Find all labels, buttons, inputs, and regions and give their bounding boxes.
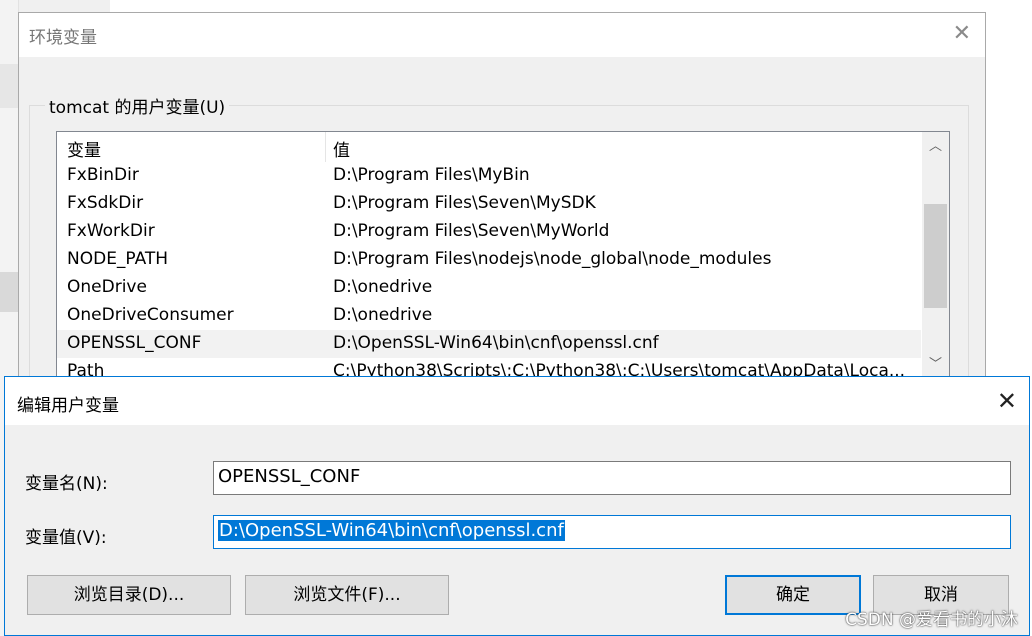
edit-user-variable-dialog: 编辑用户变量 ✕ 变量名(N): OPENSSL_CONF 变量值(V): D:…	[4, 376, 1030, 636]
var-name: FxWorkDir	[67, 221, 155, 241]
var-value: D:\Program Files\Seven\MyWorld	[333, 221, 610, 241]
chevron-up-icon[interactable]: ︿	[922, 134, 949, 160]
list-item[interactable]: NODE_PATH D:\Program Files\nodejs\node_g…	[57, 246, 921, 274]
variable-name-input[interactable]: OPENSSL_CONF	[213, 461, 1011, 495]
browse-file-button[interactable]: 浏览文件(F)...	[245, 575, 449, 615]
variable-value-label: 变量值(V):	[25, 528, 107, 548]
column-divider[interactable]	[325, 132, 326, 162]
variable-name-label: 变量名(N):	[25, 474, 108, 494]
var-value: D:\onedrive	[333, 305, 433, 325]
var-name: NODE_PATH	[67, 249, 169, 269]
var-name: OPENSSL_CONF	[67, 333, 202, 353]
list-item[interactable]: FxBinDir D:\Program Files\MyBin	[57, 162, 921, 190]
var-name: OneDrive	[67, 277, 147, 297]
list-item[interactable]: FxWorkDir D:\Program Files\Seven\MyWorld	[57, 218, 921, 246]
close-icon[interactable]: ✕	[953, 21, 971, 46]
env-window-title: 环境变量	[29, 28, 97, 48]
list-item[interactable]: OneDriveConsumer D:\onedrive	[57, 302, 921, 330]
var-value: D:\Program Files\nodejs\node_global\node…	[333, 249, 772, 269]
list-item[interactable]: FxSdkDir D:\Program Files\Seven\MySDK	[57, 190, 921, 218]
env-titlebar: 环境变量 ✕	[19, 13, 985, 57]
chevron-down-icon[interactable]: ﹀	[922, 352, 949, 378]
column-header-variable[interactable]: 变量	[67, 136, 101, 161]
var-value: D:\Program Files\Seven\MySDK	[333, 193, 596, 213]
column-header-value[interactable]: 值	[333, 136, 350, 161]
var-value: D:\onedrive	[333, 277, 433, 297]
list-item[interactable]: OneDrive D:\onedrive	[57, 274, 921, 302]
selected-text: D:\OpenSSL-Win64\bin\cnf\openssl.cnf	[218, 520, 565, 541]
var-name: FxBinDir	[67, 165, 139, 185]
background-block	[0, 272, 18, 312]
ok-button[interactable]: 确定	[725, 575, 861, 615]
vertical-scrollbar[interactable]: ︿ ﹀	[922, 132, 949, 392]
var-value: D:\Program Files\MyBin	[333, 165, 530, 185]
var-name: FxSdkDir	[67, 193, 144, 213]
scrollbar-thumb[interactable]	[924, 204, 947, 308]
list-header: 变量 值	[57, 132, 921, 162]
variable-value-input[interactable]: D:\OpenSSL-Win64\bin\cnf\openssl.cnf	[213, 515, 1011, 549]
background-block	[0, 64, 18, 108]
watermark: CSDN @爱看书的小沐	[845, 610, 1018, 630]
var-name: OneDriveConsumer	[67, 305, 234, 325]
browse-directory-button[interactable]: 浏览目录(D)...	[27, 575, 231, 615]
list-item-selected[interactable]: OPENSSL_CONF D:\OpenSSL-Win64\bin\cnf\op…	[57, 330, 921, 358]
env-vars-window: 环境变量 ✕ tomcat 的用户变量(U) 变量 值 FxBinDir D:\…	[18, 12, 986, 397]
var-value: D:\OpenSSL-Win64\bin\cnf\openssl.cnf	[333, 333, 659, 353]
edit-dialog-title: 编辑用户变量	[17, 396, 119, 416]
edit-dialog-titlebar: 编辑用户变量 ✕	[5, 377, 1029, 425]
close-icon[interactable]: ✕	[997, 387, 1017, 415]
user-vars-group-label: tomcat 的用户变量(U)	[45, 93, 230, 118]
user-vars-list[interactable]: 变量 值 FxBinDir D:\Program Files\MyBin FxS…	[56, 131, 950, 393]
